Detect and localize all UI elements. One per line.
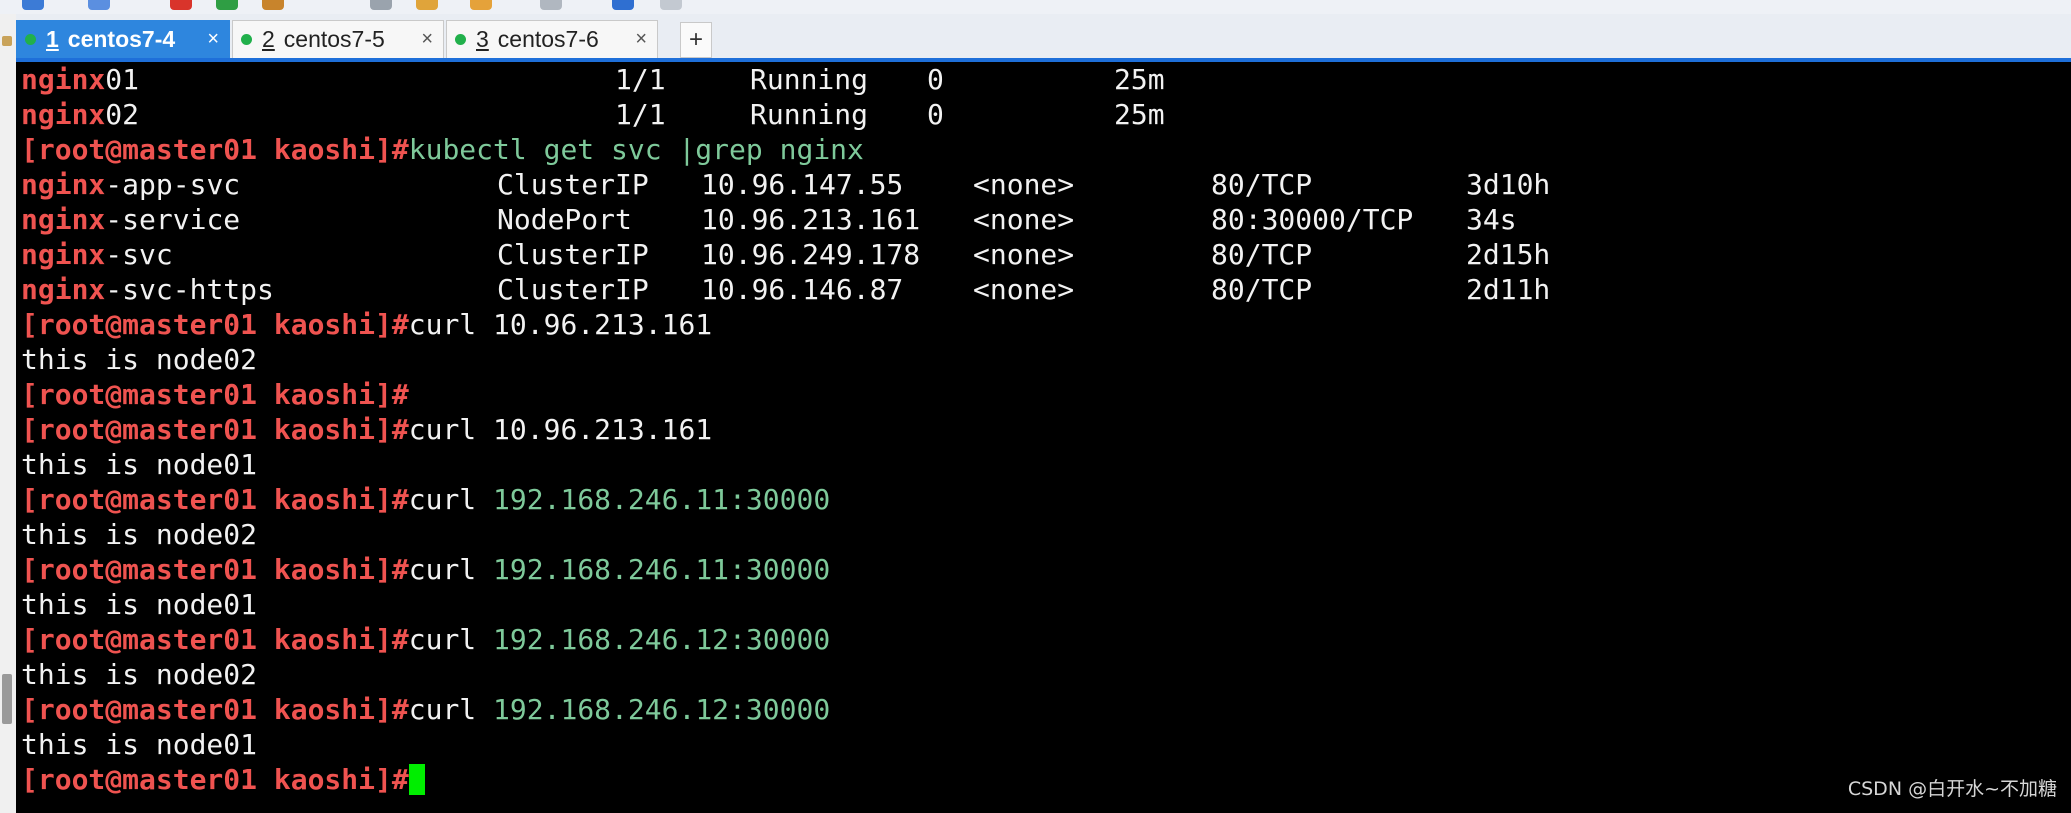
command-text: curl 10.96.213.161 bbox=[408, 413, 713, 446]
tab-label: centos7-4 bbox=[67, 26, 176, 52]
toolbar-stop-icon[interactable] bbox=[170, 0, 192, 10]
toolbar-chat-icon[interactable] bbox=[660, 0, 682, 10]
command-text: curl bbox=[408, 483, 494, 516]
shell-prompt: [root@master01 kaoshi]# bbox=[21, 763, 409, 796]
tab-number: 3 bbox=[476, 26, 489, 52]
output-line: this is node02 bbox=[21, 343, 258, 376]
gutter-marker bbox=[2, 674, 12, 724]
command-line: [root@master01 kaoshi]#kubectl get svc |… bbox=[21, 132, 864, 167]
toolbar-window-icon[interactable] bbox=[540, 0, 562, 10]
output-line: this is node01 bbox=[21, 448, 258, 481]
command-line: [root@master01 kaoshi]#curl 192.168.246.… bbox=[21, 482, 864, 517]
output-line: this is node01 bbox=[21, 588, 258, 621]
terminal[interactable]: nginx01 1/1 Running 0 25m nginx02 1/1 Running 0… bbox=[16, 62, 2071, 813]
command-address: 192.168.246.11:30000 bbox=[493, 553, 831, 586]
tab-close-icon[interactable]: × bbox=[635, 28, 647, 51]
shell-prompt: [root@master01 kaoshi]# bbox=[21, 413, 409, 446]
command-line: [root@master01 kaoshi]#curl 192.168.246.… bbox=[21, 622, 864, 657]
tab-number: 2 bbox=[262, 26, 275, 52]
toolbar bbox=[0, 0, 2071, 14]
command-line: [root@master01 kaoshi]#curl 192.168.246.… bbox=[21, 692, 864, 727]
active-command-line[interactable]: [root@master01 kaoshi]# bbox=[21, 762, 864, 797]
command-line: [root@master01 kaoshi]#curl 192.168.246.… bbox=[21, 552, 864, 587]
shell-prompt: [root@master01 kaoshi]# bbox=[21, 693, 409, 726]
tab-label: centos7-6 bbox=[497, 26, 599, 52]
command-text: curl bbox=[408, 693, 494, 726]
tab-centos7-5[interactable]: 2 centos7-5 × bbox=[232, 20, 444, 58]
gutter-marker bbox=[2, 36, 12, 46]
command-text: curl bbox=[408, 553, 494, 586]
toolbar-folder-icon[interactable] bbox=[470, 0, 492, 10]
tab-label: centos7-5 bbox=[283, 26, 385, 52]
new-tab-button[interactable]: + bbox=[680, 22, 712, 58]
output-line: this is node02 bbox=[21, 518, 258, 551]
command-address: 192.168.246.11:30000 bbox=[493, 483, 831, 516]
toolbar-package-icon[interactable] bbox=[262, 0, 284, 10]
connected-status-dot bbox=[25, 34, 36, 45]
output-line-svc: nginx-app-svc ClusterIP 10.96.147.55 <none>… bbox=[21, 168, 1551, 201]
output-line-svc: nginx-svc ClusterIP 10.96.249.178 <none> 80/… bbox=[21, 238, 1551, 271]
output-line-pod: nginx01 1/1 Running 0 25m bbox=[21, 63, 1165, 96]
command-text: curl 10.96.213.161 bbox=[408, 308, 713, 341]
command-line: [root@master01 kaoshi]#curl 10.96.213.16… bbox=[21, 412, 864, 447]
output-line: this is node01 bbox=[21, 728, 258, 761]
output-line-svc: nginx-svc-https ClusterIP 10.96.146.87 <non… bbox=[21, 273, 1551, 306]
output-line: this is node02 bbox=[21, 658, 258, 691]
toolbar-help-icon[interactable] bbox=[612, 0, 634, 10]
toolbar-font-icon[interactable] bbox=[88, 0, 110, 10]
shell-prompt: [root@master01 kaoshi]# bbox=[21, 553, 409, 586]
tab-close-icon[interactable]: × bbox=[207, 28, 219, 51]
shell-prompt: [root@master01 kaoshi]# bbox=[21, 623, 409, 656]
toolbar-green-icon[interactable] bbox=[216, 0, 238, 10]
tab-centos7-4[interactable]: 1 centos7-4 × bbox=[16, 20, 230, 58]
toolbar-globe-icon[interactable] bbox=[22, 0, 44, 10]
toolbar-keyboard-icon[interactable] bbox=[370, 0, 392, 10]
shell-prompt: [root@master01 kaoshi]# bbox=[21, 308, 409, 341]
text-cursor bbox=[408, 764, 425, 795]
command-text: kubectl get svc |grep nginx bbox=[408, 133, 864, 166]
command-line: [root@master01 kaoshi]#curl 10.96.213.16… bbox=[21, 307, 864, 342]
tab-centos7-6[interactable]: 3 centos7-6 × bbox=[446, 20, 658, 58]
tab-close-icon[interactable]: × bbox=[421, 28, 433, 51]
output-line-pod: nginx02 1/1 Running 0 25m bbox=[21, 98, 1165, 131]
command-line: [root@master01 kaoshi]# bbox=[21, 377, 864, 412]
shell-prompt: [root@master01 kaoshi]# bbox=[21, 483, 409, 516]
shell-prompt: [root@master01 kaoshi]# bbox=[21, 378, 409, 411]
toolbar-lock-icon[interactable] bbox=[416, 0, 438, 10]
command-text: curl bbox=[408, 623, 494, 656]
command-address: 192.168.246.12:30000 bbox=[493, 623, 831, 656]
watermark: CSDN @白开水~不加糖 bbox=[1847, 778, 2057, 800]
shell-prompt: [root@master01 kaoshi]# bbox=[21, 133, 409, 166]
command-address: 192.168.246.12:30000 bbox=[493, 693, 831, 726]
tab-number: 1 bbox=[46, 26, 59, 52]
output-line-svc: nginx-service NodePort 10.96.213.161 <none>… bbox=[21, 203, 1517, 236]
left-gutter bbox=[0, 14, 17, 813]
connected-status-dot bbox=[455, 34, 466, 45]
tab-bar: 1 centos7-4 × 2 centos7-5 × 3 centos7-6 … bbox=[16, 14, 2071, 62]
connected-status-dot bbox=[241, 34, 252, 45]
